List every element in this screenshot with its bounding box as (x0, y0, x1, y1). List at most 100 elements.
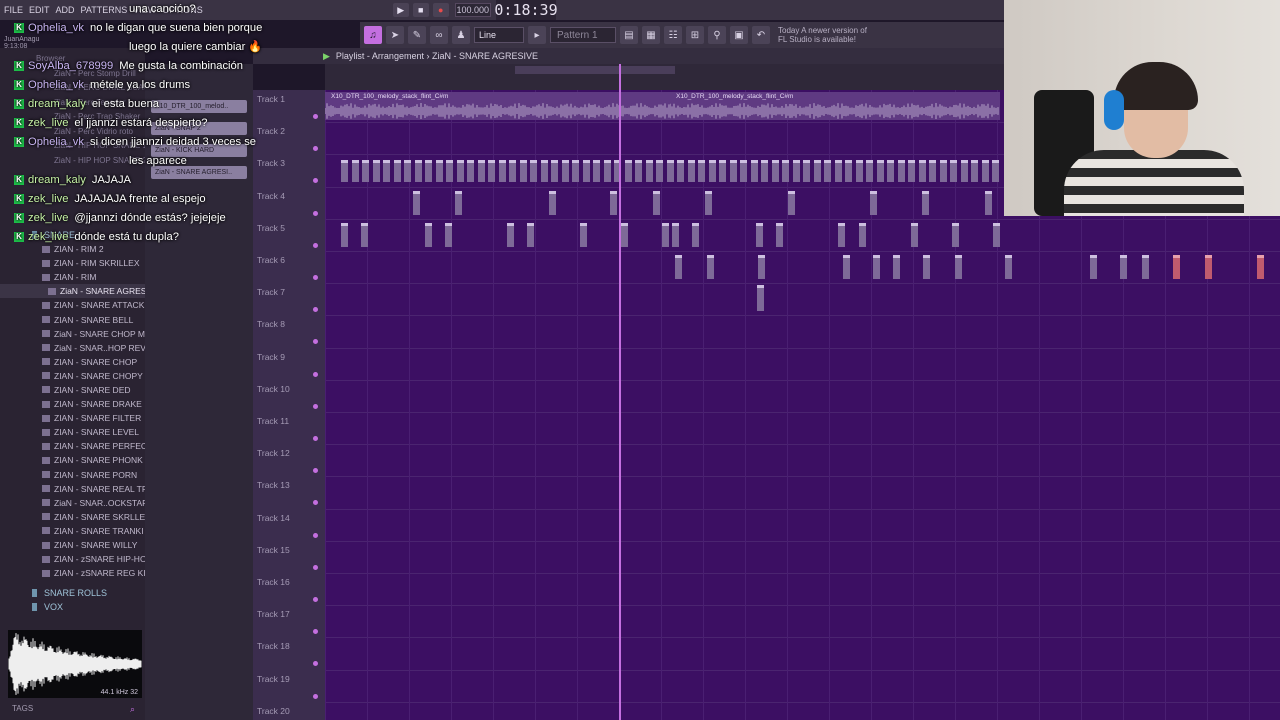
browser-item[interactable]: ZiaN - SNAR..HOP REVERB (0, 341, 145, 355)
chat-username[interactable]: Ophelia_vk (28, 22, 84, 34)
pattern-note[interactable] (551, 160, 558, 183)
pattern-note[interactable] (750, 160, 758, 183)
pattern-note[interactable] (582, 160, 590, 183)
browser-item[interactable]: ZIAN - SNARE PERFECT (0, 439, 145, 453)
playhead[interactable] (619, 64, 621, 720)
pattern-select[interactable]: Pattern 1 (550, 27, 616, 43)
mixer-icon[interactable]: ☷ (664, 26, 682, 44)
pattern-note[interactable] (834, 160, 842, 183)
pattern-note[interactable] (911, 222, 918, 247)
pattern-note[interactable] (756, 222, 763, 247)
pattern-note[interactable] (572, 160, 579, 183)
browser-item[interactable]: ZIAN - SNARE REAL TRAP (0, 482, 145, 496)
pattern-note[interactable] (870, 190, 877, 215)
pattern-note[interactable] (929, 160, 936, 183)
pattern-arrow-icon[interactable]: ▸ (528, 26, 546, 44)
pattern-note[interactable] (707, 255, 714, 279)
pattern-note[interactable] (1090, 255, 1097, 279)
pattern-note[interactable] (813, 160, 821, 183)
browser-item[interactable]: ZIAN - zSNARE HIP-HOP 1 (0, 552, 145, 566)
folder-snare-rolls[interactable]: SNARE ROLLS (0, 586, 145, 600)
pattern-note[interactable] (1257, 255, 1264, 279)
pattern-note[interactable] (719, 160, 726, 183)
chat-username[interactable]: dream_kaly (28, 174, 86, 186)
pattern-note[interactable] (549, 190, 556, 215)
track-label[interactable]: Track 13 (257, 480, 321, 490)
horizontal-scrollbar[interactable] (515, 66, 675, 74)
pattern-note[interactable] (675, 255, 682, 279)
pattern-note[interactable] (610, 190, 617, 215)
pattern-note[interactable] (362, 160, 369, 183)
pattern-note[interactable] (580, 222, 587, 247)
pattern-note[interactable] (351, 160, 359, 183)
pattern-note[interactable] (876, 160, 884, 183)
pattern-note[interactable] (771, 160, 779, 183)
chat-username[interactable]: dream_kaly (28, 98, 86, 110)
track-mute-led[interactable] (313, 693, 318, 699)
pattern-note[interactable] (498, 160, 506, 183)
pattern-note[interactable] (414, 160, 422, 183)
pattern-note[interactable] (509, 160, 516, 183)
time-display[interactable]: 0:18:39 (494, 0, 558, 20)
pattern-note[interactable] (873, 255, 880, 279)
track-mute-led[interactable] (313, 403, 318, 409)
chat-username[interactable]: zek_live (28, 231, 68, 243)
track-label[interactable]: Track 6 (257, 255, 321, 265)
pattern-note[interactable] (677, 160, 684, 183)
pattern-note[interactable] (705, 190, 712, 215)
pattern-note[interactable] (624, 160, 632, 183)
browser-item[interactable]: ZIAN - SNARE ATTACK (0, 298, 145, 312)
browser-item[interactable]: ZIAN - SNARE FILTER (0, 411, 145, 425)
browser-item[interactable]: ZIAN - SNARE PORN (0, 468, 145, 482)
pattern-note[interactable] (859, 222, 866, 247)
pattern-note[interactable] (908, 160, 915, 183)
pattern-note[interactable] (1142, 255, 1149, 279)
chat-username[interactable]: zek_live (28, 212, 68, 224)
pattern-note[interactable] (519, 160, 527, 183)
pattern-note[interactable] (782, 160, 789, 183)
pattern-note[interactable] (992, 160, 999, 183)
chat-username[interactable]: SoyAlba_678999 (28, 60, 113, 72)
pattern-note[interactable] (897, 160, 905, 183)
pattern-note[interactable] (561, 160, 569, 183)
track-mute-led[interactable] (313, 532, 318, 538)
pattern-note[interactable] (413, 190, 420, 215)
pattern-note[interactable] (692, 222, 699, 247)
track-label[interactable]: Track 11 (257, 416, 321, 426)
pattern-note[interactable] (922, 190, 929, 215)
browser-item[interactable]: ZIAN - SNARE DRAKE (0, 397, 145, 411)
chat-username[interactable]: Ophelia_vk (28, 136, 84, 148)
track-label[interactable]: Track 18 (257, 641, 321, 651)
pattern-note[interactable] (950, 160, 957, 183)
pattern-note[interactable] (656, 160, 663, 183)
browser-item[interactable]: ZiaN - SNAR..OCKSTAR D# (0, 496, 145, 510)
pattern-note[interactable] (645, 160, 653, 183)
track-label[interactable]: Track 10 (257, 384, 321, 394)
browser-item[interactable]: ZiaN - SNARE CHOP MOD (0, 327, 145, 341)
pattern-note[interactable] (653, 190, 660, 215)
pointer-icon[interactable]: ➤ (386, 26, 404, 44)
track-label[interactable]: Track 9 (257, 352, 321, 362)
stop-icon[interactable]: ■ (412, 3, 429, 17)
pattern-note[interactable] (955, 255, 962, 279)
timeline-ruler[interactable] (325, 64, 1004, 90)
pattern-note[interactable] (952, 222, 959, 247)
browser-item[interactable]: ZIAN - RIM (0, 270, 145, 284)
pattern-note[interactable] (455, 190, 462, 215)
play-icon[interactable]: ▶ (392, 3, 409, 17)
search-icon[interactable]: ⌕ (130, 704, 135, 715)
track-label[interactable]: Track 7 (257, 287, 321, 297)
browser-item[interactable]: ZiaN - SNARE AGRESIVE (0, 284, 145, 299)
pattern-note[interactable] (593, 160, 600, 183)
track-mute-led[interactable] (313, 275, 318, 280)
browser-item[interactable]: ZIAN - SNARE BELL (0, 312, 145, 326)
pattern-note[interactable] (435, 160, 443, 183)
track-label[interactable]: Track 12 (257, 448, 321, 458)
undo-icon[interactable]: ↶ (752, 26, 770, 44)
browser-item[interactable]: ZIAN - SNARE PHONK (0, 453, 145, 467)
track-label[interactable]: Track 20 (257, 706, 321, 716)
pattern-note[interactable] (993, 222, 1000, 247)
pattern-note[interactable] (666, 160, 674, 183)
pattern-note[interactable] (445, 222, 452, 247)
piano-roll-icon[interactable]: ♫ (364, 26, 382, 44)
